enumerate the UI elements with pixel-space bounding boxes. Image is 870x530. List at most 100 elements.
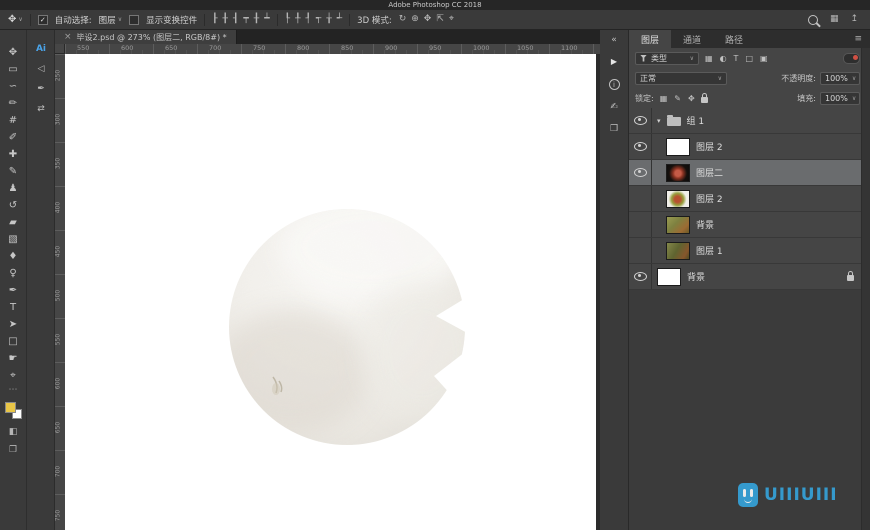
layer-thumbnail[interactable] [666, 215, 690, 234]
show-transform-checkbox[interactable] [129, 14, 140, 25]
align-icon[interactable]: ┨ [233, 15, 238, 24]
opacity-dropdown[interactable]: 100% ∨ [820, 71, 860, 85]
lock-icon[interactable]: ▦ [659, 94, 669, 103]
path-select-tool[interactable]: ➤ [0, 316, 26, 333]
hand-tool[interactable]: ☛ [0, 350, 26, 367]
brush-tool[interactable]: ✎ [0, 163, 26, 180]
blend-mode-dropdown[interactable]: 正常 ∨ [635, 71, 727, 85]
marquee-tool[interactable]: ▭ [0, 61, 26, 78]
color-swatches[interactable] [4, 402, 22, 419]
filter-toggle[interactable] [843, 52, 860, 64]
pen-tool[interactable]: ✒ [0, 282, 26, 299]
collapse-panels-icon[interactable]: « [611, 36, 617, 45]
visibility-toggle[interactable] [629, 134, 652, 159]
brush-settings-panel-icon[interactable]: ✍ [610, 103, 618, 112]
history-brush-tool[interactable]: ↺ [0, 197, 26, 214]
visibility-toggle[interactable] [629, 160, 652, 185]
threed-mode-icon[interactable]: ↻ [399, 15, 407, 24]
threed-mode-icon[interactable]: ✥ [424, 15, 432, 24]
layer-row[interactable]: 图层二 [629, 160, 862, 186]
move-tool[interactable]: ✥ [0, 44, 26, 61]
eyedropper-tool[interactable]: ✐ [0, 129, 26, 146]
layer-thumbnail[interactable] [666, 241, 690, 260]
ai-extension-panel[interactable]: Ai [36, 44, 46, 54]
canvas[interactable] [65, 54, 596, 530]
visibility-toggle[interactable] [629, 212, 652, 237]
chevron-down-icon[interactable]: ▾ [657, 117, 661, 125]
type-tool[interactable]: T [0, 299, 26, 316]
extension-panel-2[interactable]: ◁ [38, 64, 45, 74]
workspace-icon[interactable]: ▦ [830, 15, 839, 24]
visibility-toggle[interactable] [629, 264, 652, 289]
properties-panel-icon[interactable]: ▶ [611, 58, 617, 66]
screen-mode-button[interactable]: ❐ [9, 445, 17, 455]
visibility-toggle[interactable] [629, 238, 652, 263]
auto-select-dropdown[interactable]: 图层 ∨ [99, 14, 122, 26]
layer-thumbnail[interactable] [666, 137, 690, 156]
layer-thumbnail[interactable] [657, 267, 681, 286]
lock-all-icon[interactable] [700, 92, 708, 103]
layer-thumbnail[interactable] [666, 163, 690, 182]
close-tab-icon[interactable]: × [64, 32, 72, 42]
crop-tool[interactable]: # [0, 112, 26, 129]
distribute-icon[interactable]: ┞ [285, 15, 290, 24]
distribute-icon[interactable]: ┦ [305, 15, 310, 24]
auto-select-checkbox[interactable] [37, 14, 48, 25]
document-tab[interactable]: × 毕设2.psd @ 273% (图层二, RGB/8#) * [55, 30, 237, 44]
panel-tab-图层[interactable]: 图层 [629, 30, 672, 48]
dodge-tool[interactable]: ♀ [0, 265, 26, 282]
info-panel-icon[interactable]: i [608, 79, 620, 90]
layer-row[interactable]: ▾ 组 1 [629, 108, 862, 134]
clone-stamp-tool[interactable]: ♟ [0, 180, 26, 197]
threed-mode-icon[interactable]: ⊕ [411, 15, 419, 24]
panel-tab-通道[interactable]: 通道 [671, 30, 713, 48]
threed-mode-icon[interactable]: ⌖ [449, 15, 454, 24]
layer-row[interactable]: 背景 [629, 212, 862, 238]
lock-icon[interactable]: ✥ [687, 94, 696, 103]
layer-thumbnail[interactable] [666, 189, 690, 208]
fill-dropdown[interactable]: 100% ∨ [820, 91, 860, 105]
layer-filter-icon[interactable]: ▦ [704, 54, 714, 63]
layer-row[interactable]: 图层 2 [629, 186, 862, 212]
filter-kind-dropdown[interactable]: 类型 ∨ [635, 51, 699, 65]
distribute-icon[interactable]: ╁ [326, 15, 331, 24]
layer-row[interactable]: 图层 1 [629, 238, 862, 264]
quick-mask-button[interactable]: ◧ [9, 427, 18, 437]
align-icon[interactable]: ╂ [223, 15, 228, 24]
layer-filter-icon[interactable]: T [733, 54, 740, 63]
blur-tool[interactable]: ♦ [0, 248, 26, 265]
comments-panel-icon[interactable]: ❒ [610, 125, 618, 134]
align-icon[interactable]: ┯ [243, 15, 248, 24]
align-icon[interactable]: ╂ [254, 15, 259, 24]
align-icon[interactable]: ┷ [264, 15, 269, 24]
lock-icon[interactable]: ✎ [673, 94, 682, 103]
extension-panel-4[interactable]: ⇄ [37, 104, 45, 114]
layer-filter-icon[interactable]: □ [744, 54, 754, 63]
tool-preset-button[interactable]: ✥ ∨ [8, 14, 23, 25]
distribute-icon[interactable]: ╀ [295, 15, 300, 24]
layer-row[interactable]: 背景 [629, 264, 862, 290]
foreground-color-swatch[interactable] [4, 402, 16, 413]
extension-panel-3[interactable]: ✒ [37, 84, 45, 94]
visibility-toggle[interactable] [629, 186, 652, 211]
zoom-tool[interactable]: ⌖ [0, 367, 26, 384]
panel-tab-路径[interactable]: 路径 [713, 30, 755, 48]
share-icon[interactable]: ↥ [850, 15, 858, 24]
layer-filter-icon[interactable]: ◐ [719, 54, 728, 63]
search-icon[interactable] [807, 14, 818, 25]
quick-select-tool[interactable]: ✏ [0, 95, 26, 112]
threed-mode-icon[interactable]: ⇱ [436, 15, 444, 24]
layer-row[interactable]: 图层 2 [629, 134, 862, 160]
gradient-tool[interactable]: ▧ [0, 231, 26, 248]
panel-scrollbar[interactable] [861, 48, 870, 530]
edit-toolbar-button[interactable]: ⋯ [9, 385, 18, 395]
layer-filter-icon[interactable]: ▣ [759, 54, 769, 63]
distribute-icon[interactable]: ┭ [316, 15, 321, 24]
panel-menu-icon[interactable]: ≡ [846, 30, 870, 48]
eraser-tool[interactable]: ▰ [0, 214, 26, 231]
shape-tool[interactable]: □ [0, 333, 26, 350]
distribute-icon[interactable]: ┵ [337, 15, 342, 24]
visibility-toggle[interactable] [629, 108, 652, 133]
align-icon[interactable]: ┠ [212, 15, 217, 24]
healing-brush-tool[interactable]: ✚ [0, 146, 26, 163]
